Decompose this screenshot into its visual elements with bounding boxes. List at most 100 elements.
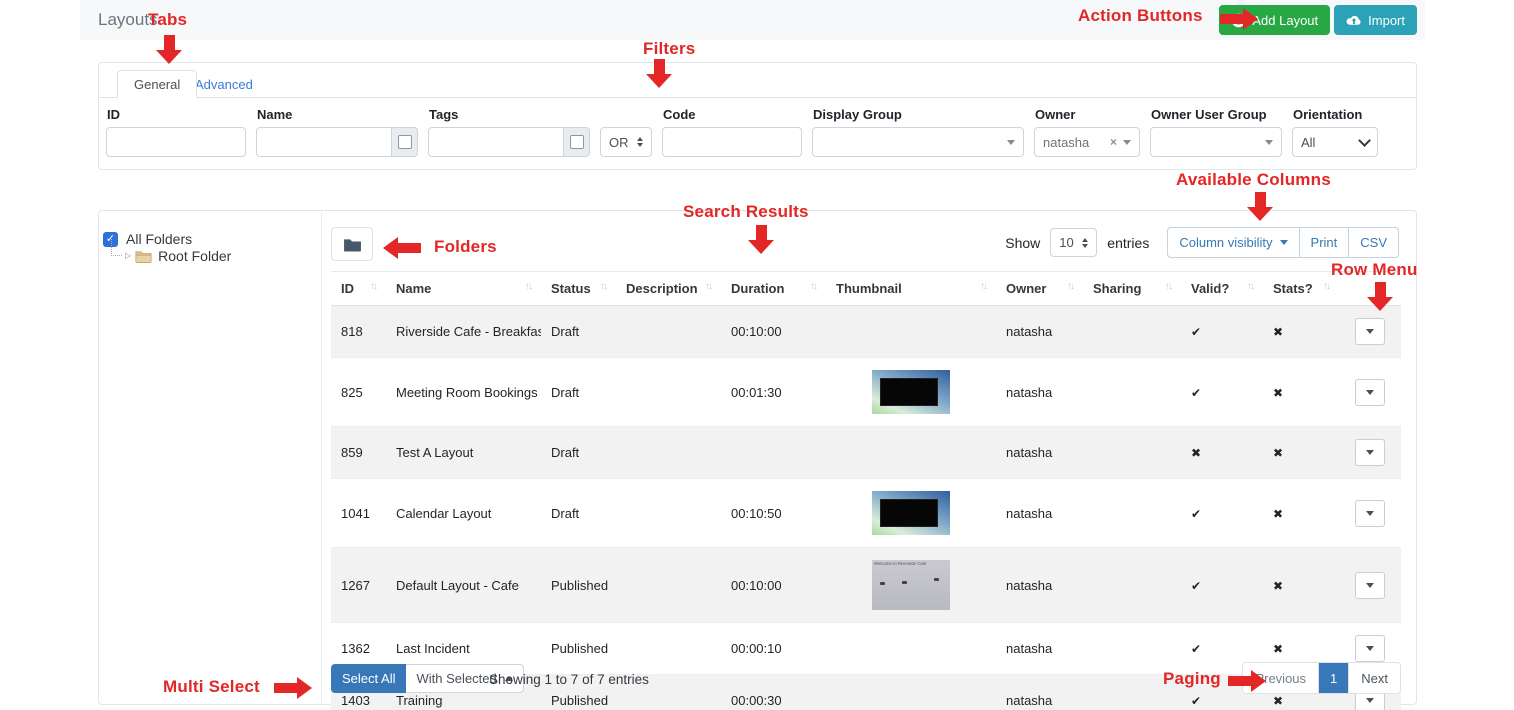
layouts-page: Layouts Add Layout Import	[0, 0, 1514, 710]
table-body: 818Riverside Cafe - BreakfastDraft00:10:…	[331, 306, 1401, 710]
column-header-thumbnail[interactable]: Thumbnail↑↓	[826, 272, 996, 306]
name-label: Name	[257, 107, 418, 122]
caret-down-icon	[1366, 450, 1374, 455]
page-size-value: 10	[1059, 235, 1076, 250]
tags-input[interactable]	[428, 127, 564, 157]
caret-down-icon	[1366, 511, 1374, 516]
layout-thumbnail[interactable]: Welcome to Riverside Cafe	[872, 560, 950, 610]
owner-user-group-label: Owner User Group	[1151, 107, 1282, 122]
column-header-name[interactable]: Name↑↓	[386, 272, 541, 306]
layout-thumbnail[interactable]	[872, 370, 950, 414]
owner-clear-icon[interactable]: ×	[1110, 136, 1117, 148]
filter-display-group: Display Group	[812, 107, 1024, 157]
row-id: 825	[331, 358, 386, 427]
row-id: 859	[331, 427, 386, 479]
next-page-button[interactable]: Next	[1348, 663, 1400, 693]
column-header-owner[interactable]: Owner↑↓	[996, 272, 1083, 306]
tags-exact-addon[interactable]	[564, 127, 590, 157]
owner-select[interactable]: natasha ×	[1034, 127, 1140, 157]
annotation-action-buttons: Action Buttons	[1078, 6, 1203, 26]
row-valid: ✔	[1181, 479, 1263, 548]
cross-icon: ✖	[1273, 325, 1283, 339]
column-header-duration[interactable]: Duration↑↓	[721, 272, 826, 306]
column-visibility-button[interactable]: Column visibility	[1167, 227, 1299, 258]
row-duration: 00:10:00	[721, 548, 826, 623]
column-header-description[interactable]: Description↑↓	[616, 272, 721, 306]
row-menu-button[interactable]	[1355, 572, 1385, 599]
column-header-id[interactable]: ID↑↓	[331, 272, 386, 306]
select-all-button[interactable]: Select All	[331, 664, 406, 693]
import-button[interactable]: Import	[1334, 5, 1417, 35]
print-button[interactable]: Print	[1299, 227, 1350, 258]
paging-arrow	[1228, 670, 1266, 692]
column-header-stats[interactable]: Stats?↑↓	[1263, 272, 1339, 306]
table-header-row: ID↑↓Name↑↓Status↑↓Description↑↓Duration↑…	[331, 272, 1401, 306]
row-menu-cell	[1339, 479, 1401, 548]
row-status: Draft	[541, 479, 616, 548]
row-duration	[721, 427, 826, 479]
caret-down-icon	[1366, 329, 1374, 334]
row-stats: ✖	[1263, 548, 1339, 623]
root-folder-node[interactable]: ▷ Root Folder	[109, 247, 321, 264]
sort-icon: ↑↓	[525, 281, 531, 292]
row-stats: ✖	[1263, 306, 1339, 358]
owner-label: Owner	[1035, 107, 1140, 122]
name-exact-addon[interactable]	[392, 127, 418, 157]
owner-user-group-select[interactable]	[1150, 127, 1282, 157]
tag-logic-select[interactable]: OR	[600, 127, 652, 157]
page-size-select[interactable]: 10	[1050, 228, 1097, 257]
row-sharing	[1083, 358, 1181, 427]
all-folders-node[interactable]: ✓ All Folders	[103, 231, 321, 247]
tabs-arrow	[156, 35, 182, 64]
chevron-down-icon	[1358, 134, 1371, 147]
row-menu-button[interactable]	[1355, 439, 1385, 466]
cross-icon: ✖	[1273, 642, 1283, 656]
row-thumbnail	[826, 427, 996, 479]
display-group-select[interactable]	[812, 127, 1024, 157]
caret-down-icon	[1366, 646, 1374, 651]
owner-value: natasha	[1043, 135, 1104, 150]
row-description	[616, 479, 721, 548]
tab-general[interactable]: General	[117, 70, 197, 98]
row-menu-button[interactable]	[1355, 379, 1385, 406]
column-header-sharing[interactable]: Sharing↑↓	[1083, 272, 1181, 306]
row-menu-arrow	[1367, 282, 1393, 311]
row-menu-button[interactable]	[1355, 318, 1385, 345]
code-input[interactable]	[662, 127, 802, 157]
row-sharing	[1083, 479, 1181, 548]
column-header-status[interactable]: Status↑↓	[541, 272, 616, 306]
tree-expand-icon[interactable]: ▷	[125, 251, 131, 260]
grid-panel: ✓ All Folders ▷ Root Folder Show	[98, 210, 1417, 705]
orientation-select[interactable]: All	[1292, 127, 1378, 157]
row-owner: natasha	[996, 548, 1083, 623]
row-owner: natasha	[996, 675, 1083, 710]
thumbnail-detail	[934, 578, 939, 581]
folder-toggle-button[interactable]	[331, 227, 373, 261]
csv-button[interactable]: CSV	[1348, 227, 1399, 258]
name-input[interactable]	[256, 127, 392, 157]
caret-down-icon	[1366, 583, 1374, 588]
row-thumbnail	[826, 675, 996, 710]
thumbnail-detail	[902, 581, 907, 584]
row-id: 1041	[331, 479, 386, 548]
row-sharing	[1083, 427, 1181, 479]
row-menu-button[interactable]	[1355, 635, 1385, 662]
layout-thumbnail[interactable]	[872, 491, 950, 535]
page-1-button[interactable]: 1	[1318, 663, 1348, 693]
tags-exact-checkbox[interactable]	[570, 135, 584, 149]
caret-down-icon	[1280, 240, 1288, 245]
cross-icon: ✖	[1273, 446, 1283, 460]
row-id: 1267	[331, 548, 386, 623]
row-owner: natasha	[996, 623, 1083, 675]
column-header-valid[interactable]: Valid?↑↓	[1181, 272, 1263, 306]
filter-tag-logic: OR	[600, 107, 652, 157]
row-status: Published	[541, 548, 616, 623]
folder-icon	[135, 249, 152, 263]
table-row: 1041Calendar LayoutDraft00:10:50natasha✔…	[331, 479, 1401, 548]
sort-icon: ↑↓	[1067, 281, 1073, 292]
id-input[interactable]	[106, 127, 246, 157]
row-menu-button[interactable]	[1355, 500, 1385, 527]
row-valid: ✖	[1181, 427, 1263, 479]
name-exact-checkbox[interactable]	[398, 135, 412, 149]
row-valid: ✔	[1181, 358, 1263, 427]
